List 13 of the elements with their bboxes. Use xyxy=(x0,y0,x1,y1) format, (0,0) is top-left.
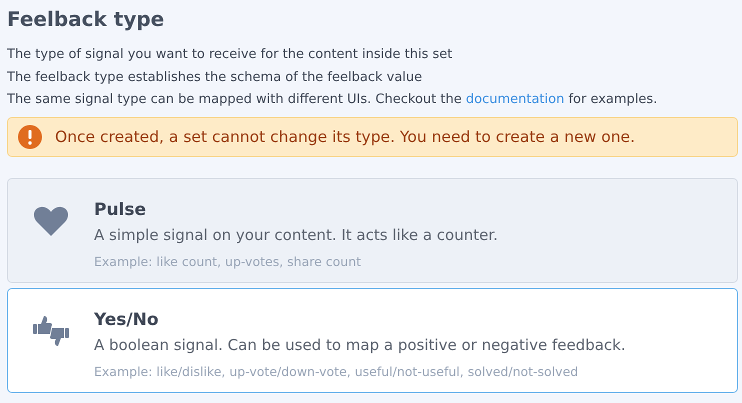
option-example: Example: like count, up-votes, share count xyxy=(94,254,362,270)
section-title: Feelback type xyxy=(7,6,164,32)
option-card[interactable]: Pulse A simple signal on your content. It acts like a counter. Example: like count, up-votes, share count xyxy=(7,178,738,282)
description-text: The type of signal you want to receive for the content inside this set xyxy=(7,46,452,64)
description-text: The same signal type can be mapped with different UIs. Checkout the documentation for examples. xyxy=(7,91,658,109)
option-description: A boolean signal. Can be used to map a positive or negative feedback. xyxy=(94,334,626,356)
option-title: Yes/No xyxy=(94,308,160,330)
option-example: Example: like/dislike, up-vote/down-vote, useful/not-useful, solved/not-solved xyxy=(94,364,580,380)
option-card[interactable]: Yes/No A boolean signal. Can be used to map a positive or negative feedback. Example: like/dislike, up-vote/down-vote, useful/not-useful, solved/not-solved xyxy=(7,288,738,392)
option-description: A simple signal on your content. It acts like a counter. xyxy=(94,224,498,246)
warning-message: Once created, a set cannot change its type. You need to create a new one. xyxy=(55,128,636,146)
description-text: The feelback type establishes the schema of the feelback value xyxy=(7,68,422,86)
option-title: Pulse xyxy=(94,198,148,220)
